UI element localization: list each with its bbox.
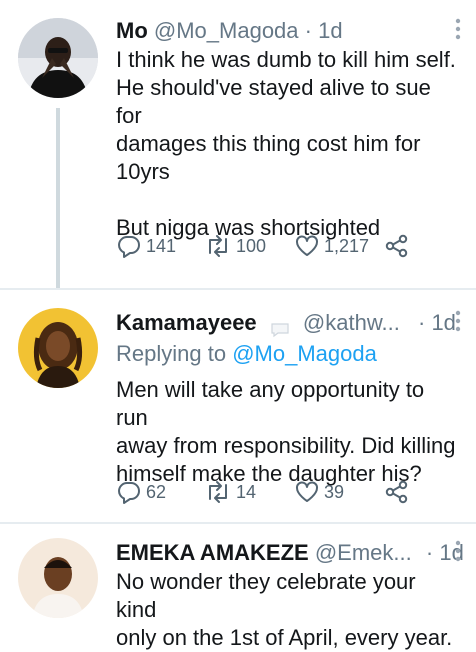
tweet-text: Men will take any opportunity to run awa… [116, 377, 456, 486]
speech-bubble-icon [269, 316, 291, 338]
reply-button[interactable]: 62 [116, 478, 166, 506]
tweet-emeka[interactable]: EMEKA AMAKEZE @Emek... · 1d No wonder th… [0, 524, 476, 650]
tweet-kamamayeee[interactable]: Kamamayeee @kathw... · 1d Replying to @M… [0, 290, 476, 518]
reply-count: 62 [146, 481, 167, 502]
separator-dot: · [417, 310, 426, 335]
timestamp[interactable]: 1d [318, 18, 342, 43]
share-button[interactable] [384, 232, 410, 260]
reply-icon [118, 236, 140, 258]
retweet-button[interactable]: 100 [204, 232, 266, 260]
retweet-count: 100 [236, 235, 267, 256]
replying-to-label: Replying to [116, 341, 233, 366]
display-name[interactable]: Mo [116, 18, 148, 43]
user-handle[interactable]: @kathw... [303, 310, 400, 335]
reply-button[interactable]: 141 [116, 232, 176, 260]
more-vertical-icon[interactable] [454, 16, 462, 48]
tweet-header: Mo @Mo_Magoda · 1d [116, 16, 462, 46]
heart-icon [296, 481, 318, 502]
tweet-header: Kamamayeee @kathw... · 1d [116, 308, 462, 338]
avatar-mo-image [18, 18, 98, 98]
avatar-mo[interactable] [18, 18, 98, 98]
like-count: 1,217 [324, 235, 370, 256]
share-icon [385, 234, 408, 258]
more-vertical-icon[interactable] [454, 308, 462, 340]
avatar-emeka[interactable] [18, 538, 98, 618]
separator-dot: · [304, 18, 312, 43]
more-vertical-icon[interactable] [454, 538, 462, 570]
retweet-count: 14 [236, 481, 257, 502]
thread-line [56, 108, 60, 288]
like-count: 39 [324, 481, 345, 502]
replying-to: Replying to @Mo_Magoda [116, 340, 377, 368]
tweet-text: I think he was dumb to kill him self. He… [116, 47, 456, 240]
tweet-text: No wonder they celebrate your kind only … [116, 569, 453, 650]
like-button[interactable]: 1,217 [294, 232, 369, 260]
user-handle[interactable]: @Mo_Magoda [154, 18, 299, 43]
timestamp[interactable]: 1d [431, 310, 455, 335]
tweet-actions: 62 14 39 [116, 478, 416, 506]
replying-to-link[interactable]: @Mo_Magoda [232, 341, 377, 366]
tweet-mo[interactable]: Mo @Mo_Magoda · 1d I think he was dumb t… [0, 0, 476, 288]
tweet-actions: 141 100 1,217 [116, 232, 416, 260]
avatar-kamamayeee[interactable] [18, 308, 98, 388]
user-handle[interactable]: @Emek... [315, 540, 412, 565]
display-name[interactable]: EMEKA AMAKEZE [116, 540, 309, 565]
tweet-header: EMEKA AMAKEZE @Emek... · 1d [116, 538, 464, 570]
avatar-kamamayeee-image [18, 308, 98, 388]
share-button[interactable] [384, 478, 410, 506]
retweet-icon [209, 481, 227, 503]
avatar-emeka-image [18, 538, 98, 618]
display-name[interactable]: Kamamayeee [116, 310, 257, 335]
separator-dot: · [425, 540, 434, 565]
reply-count: 141 [146, 235, 177, 256]
reply-icon [118, 482, 140, 504]
share-icon [385, 480, 408, 504]
retweet-button[interactable]: 14 [204, 478, 256, 506]
heart-icon [296, 235, 318, 256]
retweet-icon [209, 235, 227, 257]
like-button[interactable]: 39 [294, 478, 344, 506]
